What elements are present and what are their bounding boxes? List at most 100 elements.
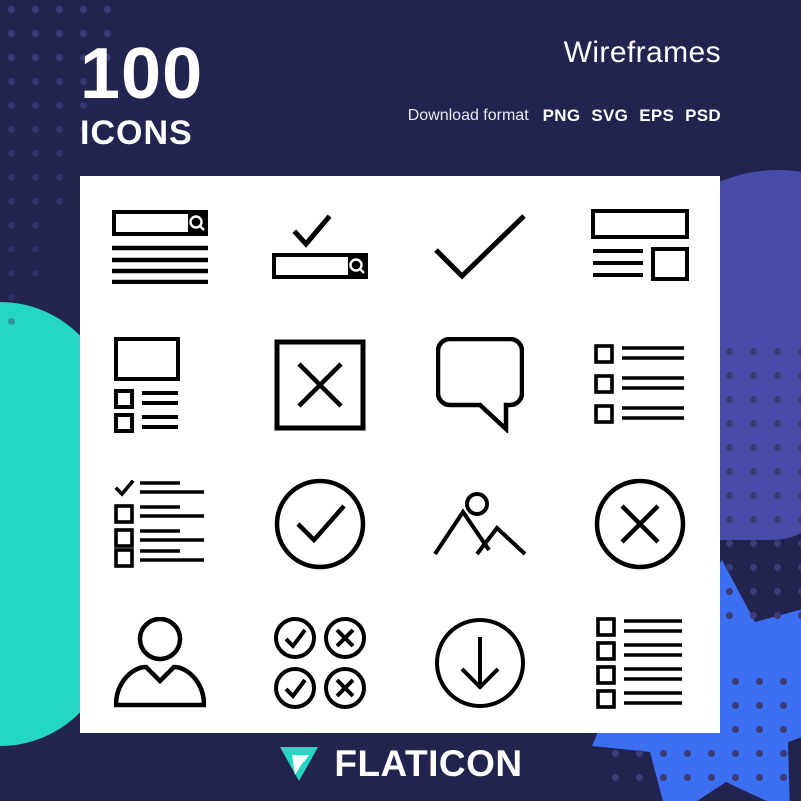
background-dot [750,372,757,379]
background-dot [750,492,757,499]
background-dot [56,126,63,133]
background-dot [8,6,15,13]
brand-name: FLATICON [334,743,523,784]
background-dot [774,444,781,451]
image-with-list-wireframe-icon[interactable] [80,315,240,454]
background-dot [726,612,733,619]
background-dot [774,612,781,619]
background-dot [32,222,39,229]
check-cross-grid-icon[interactable] [240,594,400,733]
background-dot [774,564,781,571]
background-dot [750,540,757,547]
background-dot [8,102,15,109]
background-dot [774,372,781,379]
background-dot [726,420,733,427]
download-arrow-circle-icon[interactable] [400,594,560,733]
background-dot [32,78,39,85]
background-dot [8,30,15,37]
background-dot [56,198,63,205]
search-bar-with-text-lines-icon[interactable] [80,176,240,315]
background-dot [32,198,39,205]
background-dot [726,564,733,571]
icon-count: 100 [80,34,204,114]
background-dot [750,420,757,427]
background-dot [774,420,781,427]
background-dot [56,150,63,157]
background-dot [8,150,15,157]
background-dot [56,6,63,13]
icon-count-label: ICONS [80,114,193,153]
wireframe-layout-icon[interactable] [560,176,720,315]
background-dot [56,30,63,37]
user-avatar-icon[interactable] [80,594,240,733]
background-dot [8,54,15,61]
page-title: Wireframes [563,36,721,69]
background-dot [32,246,39,253]
format-eps[interactable]: EPS [639,106,674,126]
cross-circle-icon[interactable] [560,455,720,594]
background-dot [56,78,63,85]
flaticon-logo-mark [280,747,319,781]
checkbox-list-four-icon[interactable] [560,594,720,733]
background-dot [80,6,87,13]
icon-grid [80,176,720,733]
format-svg[interactable]: SVG [591,106,628,126]
background-dot [756,678,763,685]
background-dot [32,174,39,181]
background-dot [32,270,39,277]
background-dot [8,270,15,277]
format-psd[interactable]: PSD [685,106,721,126]
background-dot [732,726,739,733]
background-dot [8,174,15,181]
background-dot [750,396,757,403]
checklist-icon[interactable] [80,455,240,594]
download-format-label: Download format [407,107,529,124]
background-dot [780,702,787,709]
background-dot [726,396,733,403]
background-dot [56,54,63,61]
download-format-list: PNG SVG EPS PSD [543,106,721,126]
background-dot [774,468,781,475]
background-dot [8,78,15,85]
background-dot [750,444,757,451]
background-dot [726,348,733,355]
background-dot [750,612,757,619]
background-dot [8,318,15,325]
background-dot [8,222,15,229]
background-dot [750,516,757,523]
background-dot [56,174,63,181]
background-dot [104,6,111,13]
background-dot [732,678,739,685]
background-dot [726,588,733,595]
background-dot [756,726,763,733]
background-dot [774,588,781,595]
background-dot [780,726,787,733]
icon-count-block: 100 ICONS [80,34,204,153]
format-png[interactable]: PNG [543,106,581,126]
background-dot [32,30,39,37]
check-above-search-bar-icon[interactable] [240,176,400,315]
background-dot [750,588,757,595]
background-dot [8,294,15,301]
background-dot [774,516,781,523]
background-dot [750,468,757,475]
background-dot [726,516,733,523]
background-dot [8,198,15,205]
background-dot [32,150,39,157]
background-dot [774,492,781,499]
background-dot [774,396,781,403]
speech-bubble-icon[interactable] [400,315,560,454]
checkbox-list-three-icon[interactable] [560,315,720,454]
background-dot [780,678,787,685]
checkmark-icon[interactable] [400,176,560,315]
mountains-image-icon[interactable] [400,455,560,594]
background-dot [726,372,733,379]
background-dot [756,702,763,709]
background-dot [8,246,15,253]
icon-grid-card [80,176,720,733]
background-dot [32,54,39,61]
cross-in-square-icon[interactable] [240,315,400,454]
background-dot [774,540,781,547]
check-circle-icon[interactable] [240,455,400,594]
background-dot [726,444,733,451]
